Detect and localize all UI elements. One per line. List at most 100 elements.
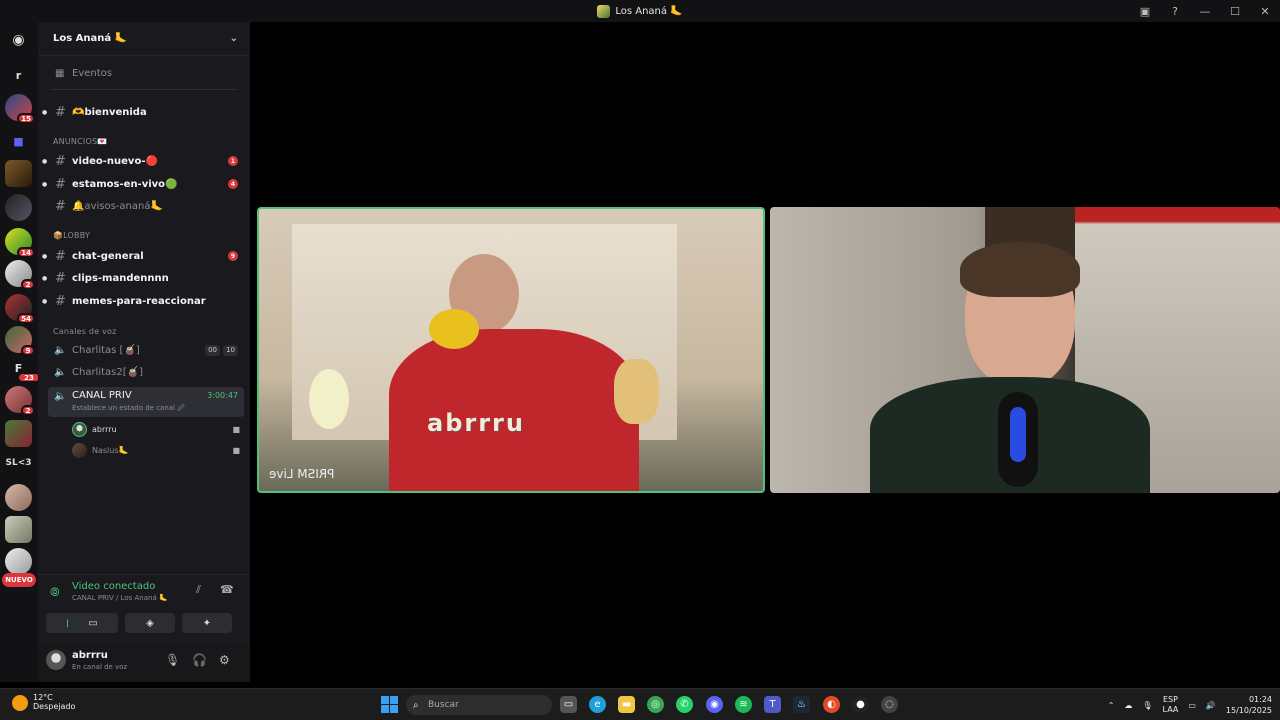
server-icon[interactable] — [5, 194, 32, 221]
weather-icon[interactable] — [12, 695, 28, 711]
server-icon[interactable]: 2 — [5, 386, 35, 416]
activities-button[interactable]: ◈ — [125, 613, 175, 633]
server-mini-icon — [597, 4, 611, 18]
channel-avisos[interactable]: # 🔔avisos-ananá🦶 — [38, 196, 250, 216]
teddy-bear — [614, 359, 659, 424]
disconnect-icon[interactable]: ☎ — [220, 583, 234, 596]
channel-bienvenida[interactable]: ● # 🫶bienvenida — [38, 102, 250, 122]
obs-icon[interactable]: ● — [852, 696, 869, 713]
language-indicator[interactable]: ESP LAA — [1163, 695, 1179, 715]
voice-channel-charlitas2[interactable]: 🔈 Charlitas2[🧉] — [48, 362, 244, 382]
channel-estamos-en-vivo[interactable]: ● # estamos-en-vivo🟢 4 — [38, 174, 250, 194]
hash-icon: # — [55, 293, 66, 309]
maximize-button[interactable]: ☐ — [1220, 0, 1250, 22]
voice-channel-canal-priv[interactable]: 🔈 CANAL PRIV 3:00:47 Establece un estado… — [48, 387, 244, 417]
category-anuncios[interactable]: ANUNCIOS💌 — [53, 137, 107, 146]
help-icon[interactable]: ? — [1160, 0, 1190, 22]
server-icon[interactable] — [5, 420, 32, 447]
server-icon[interactable] — [5, 516, 32, 543]
new-badge[interactable]: NUEVO — [2, 573, 36, 587]
screen-share-button[interactable]: ▭ — [68, 613, 118, 633]
server-sl3[interactable]: SL<3 — [5, 458, 32, 468]
app-icon[interactable]: ◐ — [823, 696, 840, 713]
server-icon[interactable]: 54 — [5, 294, 35, 324]
taskbar-search[interactable]: ⌕ Buscar — [406, 695, 552, 715]
events-item[interactable]: ▦ Eventos — [38, 63, 250, 83]
steam-icon[interactable]: ♨ — [793, 696, 810, 713]
voice-channel-charlitas[interactable]: 🔈 Charlitas [🧉] 00 10 — [48, 340, 244, 360]
volume-icon[interactable]: 🔊 — [1206, 701, 1216, 710]
soundboard-button[interactable]: ✦ — [182, 613, 232, 633]
headphones-icon[interactable]: 🎧 — [192, 653, 207, 667]
hash-icon: # — [55, 176, 66, 192]
server-icon[interactable]: 9 — [5, 326, 35, 356]
clock[interactable]: 01:24 15/10/2025 — [1226, 694, 1272, 716]
discord-icon[interactable]: ◉ — [706, 696, 723, 713]
events-label: Eventos — [72, 67, 112, 79]
server-icon[interactable]: 14 — [5, 228, 35, 258]
channel-status[interactable]: Establece un estado de canal 🖉 — [72, 404, 185, 415]
edge-icon[interactable]: e — [589, 696, 606, 713]
voice-channel-name: Charlitas [🧉] — [72, 344, 140, 356]
mic-tray-icon[interactable]: 🎙 — [1142, 701, 1152, 710]
discord-home-icon[interactable]: ◉ — [5, 26, 32, 53]
channel-name: 🔔avisos-ananá🦶 — [72, 200, 163, 212]
noise-suppression-icon[interactable]: ⫽ — [196, 583, 201, 597]
channel-name: 🫶bienvenida — [72, 106, 147, 118]
server-icon[interactable]: 2 — [5, 260, 35, 290]
voice-member[interactable]: Naslus🦶 ■ — [68, 441, 244, 459]
voice-status-subtitle[interactable]: CANAL PRIV / Los Ananá 🦶 — [72, 594, 168, 602]
user-limit-chip: 10 — [223, 344, 238, 356]
unread-indicator: ● — [42, 180, 48, 188]
microphone-icon[interactable]: 🎙 — [165, 653, 180, 667]
divider — [50, 89, 238, 90]
teams-icon[interactable]: T — [764, 696, 781, 713]
clock-time: 01:24 — [1248, 695, 1272, 704]
chevron-up-icon[interactable]: ⌃ — [1108, 701, 1115, 710]
unread-indicator: ● — [42, 108, 48, 116]
unread-badge: 15 — [17, 113, 35, 124]
channel-memes[interactable]: ● # memes-para-reaccionar — [38, 291, 250, 311]
display-icon[interactable]: ▭ — [1188, 701, 1196, 710]
task-view-icon[interactable]: ▭ — [560, 696, 577, 713]
avatar[interactable] — [46, 650, 66, 670]
server-icon[interactable] — [5, 160, 32, 187]
lang-code: ESP — [1162, 695, 1178, 704]
minimize-button[interactable]: — — [1190, 0, 1220, 22]
signal-icon[interactable]: ⦾ — [50, 585, 60, 600]
file-explorer-icon[interactable]: ▬ — [618, 696, 635, 713]
weather-widget[interactable]: 12°C Despejado — [33, 693, 75, 711]
unread-badge: 14 — [17, 247, 35, 258]
voice-member[interactable]: abrrru ■ — [68, 420, 244, 438]
server-icon[interactable]: 15 — [5, 94, 35, 124]
close-button[interactable]: ✕ — [1250, 0, 1280, 22]
category-voice[interactable]: Canales de voz — [53, 327, 117, 336]
chrome-icon[interactable]: ◎ — [647, 696, 664, 713]
user-name[interactable]: abrrru — [72, 650, 108, 661]
start-button[interactable] — [381, 696, 398, 713]
video-tile-naslus[interactable] — [770, 207, 1280, 493]
inbox-icon[interactable]: ▣ — [1130, 0, 1160, 22]
cloud-icon[interactable]: ☁ — [1124, 701, 1132, 710]
server-header[interactable]: Los Ananá 🦶 ⌄ — [38, 22, 250, 56]
server-r[interactable]: r — [5, 69, 32, 82]
hash-icon: # — [55, 248, 66, 264]
channel-clips[interactable]: ● # clips-mandennnn — [38, 268, 250, 288]
title-bar: Los Ananá 🦶 ▣ ? — ☐ ✕ — [0, 0, 1280, 22]
app-icon[interactable]: ◌ — [881, 696, 898, 713]
video-tile-abrrru[interactable]: abrrru PRISM Live — [257, 207, 765, 493]
video-stage: abrrru PRISM Live — [250, 22, 1280, 682]
server-icon[interactable] — [5, 484, 32, 511]
server-icon[interactable] — [5, 548, 32, 575]
channel-chat-general[interactable]: ● # chat-general 9 — [38, 246, 250, 266]
mention-badge: 9 — [228, 251, 238, 261]
fairy-sticker — [309, 369, 349, 429]
category-lobby[interactable]: 📦LOBBY — [53, 231, 90, 240]
gear-icon[interactable]: ⚙ — [219, 653, 230, 667]
spotify-icon[interactable]: ≋ — [735, 696, 752, 713]
chevron-down-icon: ⌄ — [229, 33, 238, 44]
channel-video-nuevo[interactable]: ● # video-nuevo-🔴 1 — [38, 151, 250, 171]
folder-icon[interactable]: ■ — [5, 128, 32, 155]
whatsapp-icon[interactable]: ✆ — [676, 696, 693, 713]
lang-layout: LAA — [1162, 705, 1179, 714]
